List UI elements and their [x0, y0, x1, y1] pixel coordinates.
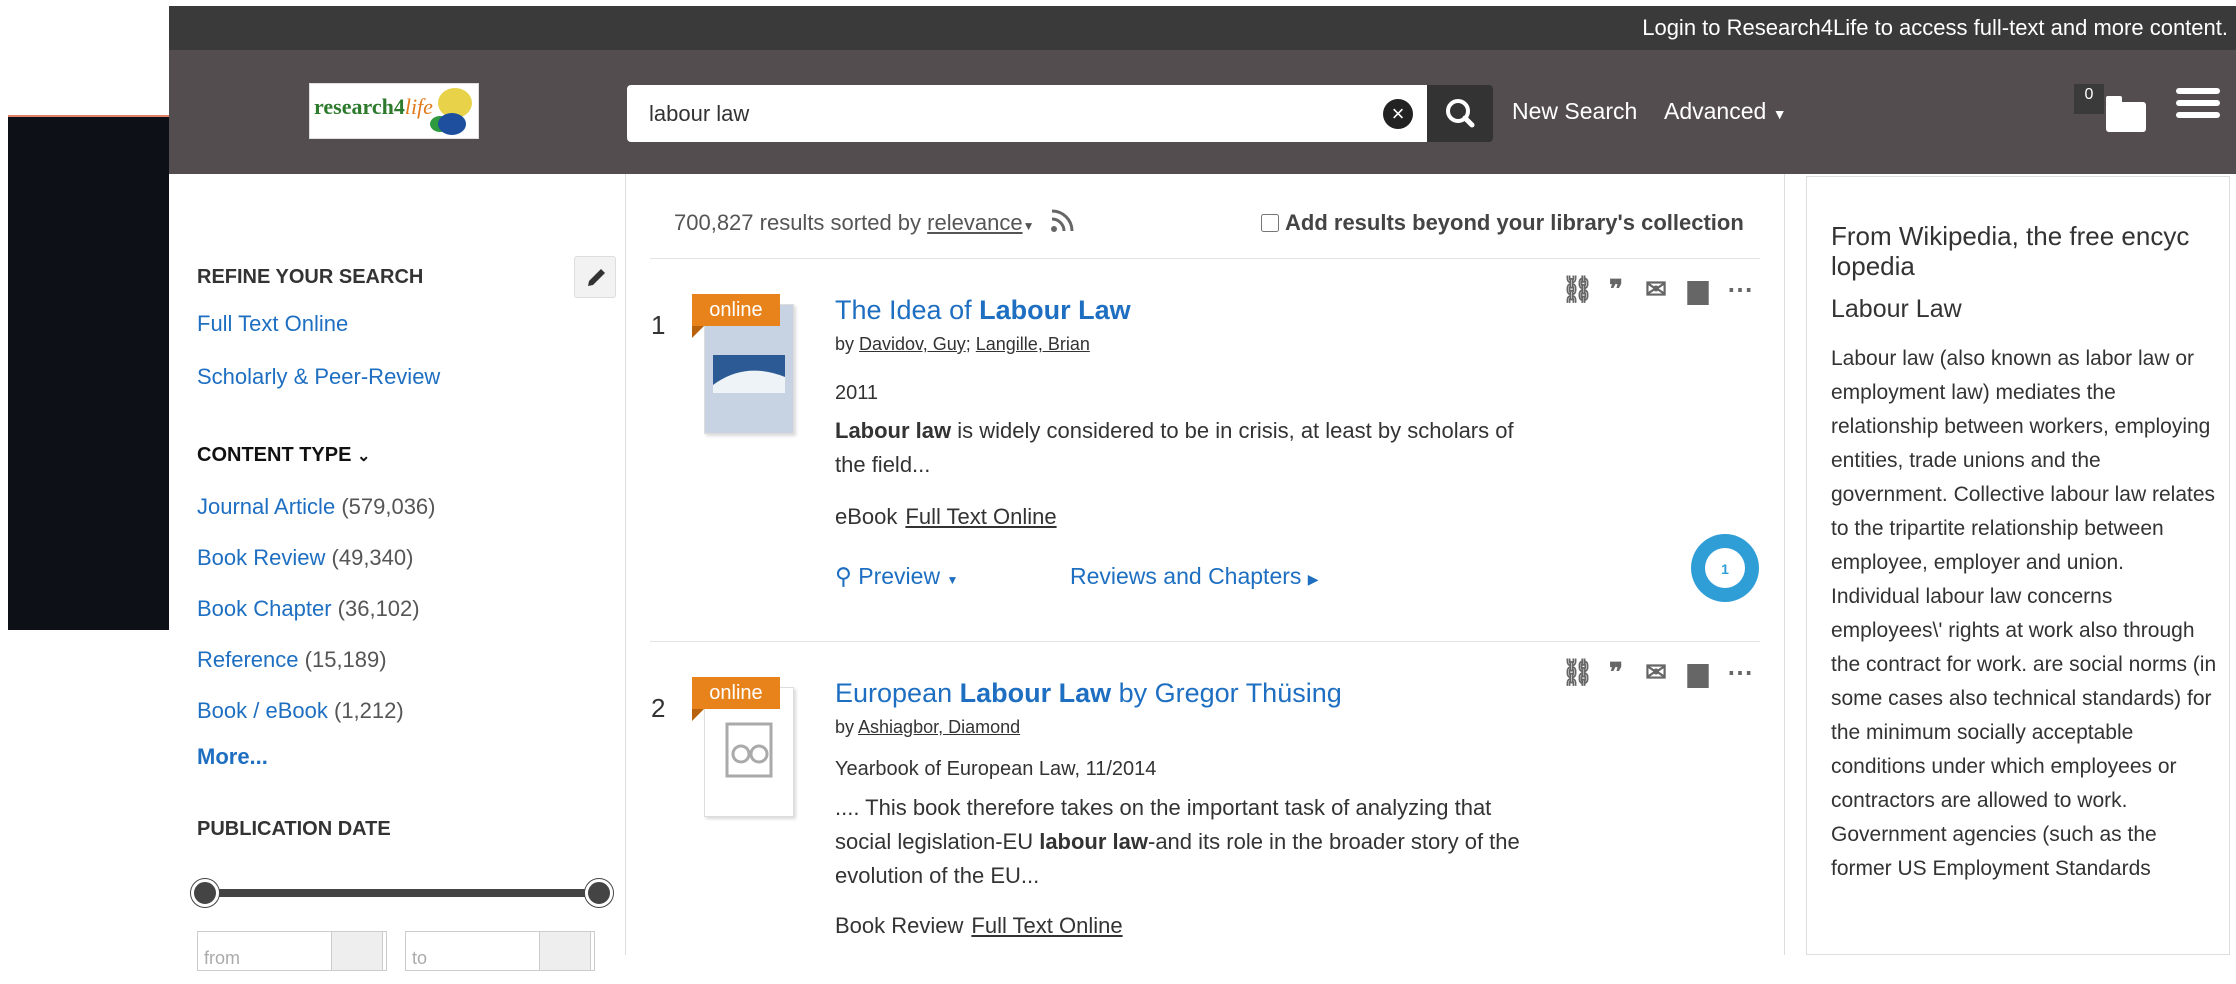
- advanced-search-dropdown[interactable]: Advanced ▼: [1664, 98, 1787, 125]
- author-link[interactable]: Davidov, Guy: [859, 334, 966, 354]
- add-to-folder-icon[interactable]: ▆: [1683, 657, 1713, 687]
- content-type-item[interactable]: Book / eBook (1,212): [197, 698, 404, 724]
- online-badge: online: [692, 294, 780, 338]
- result-title-link[interactable]: European Labour Law by Gregor Thüsing: [835, 678, 1342, 709]
- reviews-chapters-link[interactable]: Reviews and Chapters ▶: [1070, 563, 1319, 590]
- caret-down-icon: ▼: [1772, 106, 1787, 122]
- link-icon[interactable]: ⛓: [1561, 657, 1594, 687]
- research4life-logo[interactable]: research4life: [309, 83, 479, 139]
- beyond-collection-checkbox[interactable]: Add results beyond your library's collec…: [1261, 210, 1744, 236]
- result-authors: by Davidov, Guy; Langille, Brian: [835, 334, 1090, 354]
- result-format: eBook Full Text Online: [835, 504, 1057, 529]
- content-type-item[interactable]: Reference (15,189): [197, 647, 387, 673]
- result-snippet: Labour law is widely considered to be in…: [835, 418, 1514, 477]
- new-search-link[interactable]: New Search: [1512, 98, 1637, 125]
- results-panel: 700,827 results sorted by relevance▼ Add…: [625, 174, 1785, 955]
- link-icon[interactable]: ⛓: [1561, 274, 1594, 304]
- wiki-heading: From Wikipedia, the free encyc lopedia: [1831, 221, 2190, 281]
- search-input[interactable]: [627, 85, 1377, 142]
- content-type-toggle[interactable]: CONTENT TYPE ⌄: [197, 444, 370, 467]
- cite-icon[interactable]: ❞: [1601, 657, 1631, 687]
- date-slider-track[interactable]: [205, 889, 601, 897]
- filter-full-text-online[interactable]: Full Text Online: [197, 311, 348, 337]
- date-slider-max-handle[interactable]: [585, 879, 613, 907]
- author-link[interactable]: Langille, Brian: [976, 334, 1090, 354]
- results-count: 700,827 results sorted by relevance▼: [674, 208, 1075, 236]
- saved-count-badge: 0: [2074, 84, 2104, 114]
- email-icon[interactable]: ✉: [1641, 657, 1671, 687]
- beyond-collection-label: Add results beyond your library's collec…: [1285, 210, 1744, 235]
- refine-sidebar: REFINE YOUR SEARCH Full Text Online Scho…: [169, 174, 625, 971]
- cite-icon[interactable]: ❞: [1601, 274, 1631, 304]
- pencil-icon: [588, 269, 605, 286]
- publication-date-title: PUBLICATION DATE: [197, 818, 391, 840]
- logo-globe-icon: [438, 113, 466, 135]
- content-type-title: CONTENT TYPE: [197, 444, 352, 466]
- calendar-to-icon[interactable]: [539, 931, 591, 971]
- search-box: ×: [627, 85, 1427, 142]
- filter-scholarly-peer-review[interactable]: Scholarly & Peer-Review: [197, 364, 440, 390]
- content-type-item[interactable]: Journal Article (579,036): [197, 494, 436, 520]
- rss-icon[interactable]: [1049, 208, 1075, 234]
- chevron-down-icon: ⌄: [357, 448, 371, 465]
- email-icon[interactable]: ✉: [1641, 274, 1671, 304]
- divider: [650, 258, 1760, 259]
- folder-icon: [2106, 96, 2146, 132]
- search-button[interactable]: [1427, 85, 1493, 142]
- advanced-label: Advanced: [1664, 98, 1767, 124]
- result-publication: Yearbook of European Law, 11/2014: [835, 758, 1157, 780]
- full-text-link[interactable]: Full Text Online: [971, 913, 1122, 938]
- refine-title: REFINE YOUR SEARCH: [197, 266, 424, 288]
- more-options-icon[interactable]: ⋯: [1725, 274, 1755, 304]
- result-number: 1: [651, 310, 666, 340]
- content-type-item[interactable]: Book Chapter (36,102): [197, 596, 420, 622]
- date-slider-min-handle[interactable]: [191, 879, 219, 907]
- result-title-link[interactable]: The Idea of Labour Law: [835, 295, 1131, 326]
- header: research4life × New Search Advanced ▼ 0: [169, 50, 2236, 174]
- wiki-body: Labour law (also known as labor law or e…: [1831, 347, 2217, 880]
- preview-icon: ⚲: [835, 563, 852, 589]
- preview-dropdown[interactable]: ⚲ Preview ▼: [835, 563, 958, 590]
- background-image-panel: [8, 115, 170, 630]
- login-banner[interactable]: Login to Research4Life to access full-te…: [169, 6, 2236, 50]
- result-number: 2: [651, 693, 666, 723]
- wiki-subheading: Labour Law: [1831, 295, 1962, 323]
- divider: [650, 641, 1760, 642]
- search-icon: [1446, 99, 1475, 128]
- online-badge: online: [692, 677, 780, 721]
- result-date: 2011: [835, 382, 879, 404]
- calendar-from-icon[interactable]: [331, 931, 383, 971]
- clear-search-icon[interactable]: ×: [1383, 99, 1413, 129]
- add-to-folder-icon[interactable]: ▆: [1683, 274, 1713, 304]
- author-link[interactable]: Ashiagbor, Diamond: [858, 717, 1020, 737]
- full-text-link[interactable]: Full Text Online: [905, 504, 1056, 529]
- more-options-icon[interactable]: ⋯: [1725, 657, 1755, 687]
- wikipedia-panel: From Wikipedia, the free encyc lopedia L…: [1806, 176, 2230, 955]
- result-authors: by Ashiagbor, Diamond: [835, 717, 1021, 737]
- more-content-types-link[interactable]: More...: [197, 744, 268, 770]
- result-format: Book Review Full Text Online: [835, 913, 1123, 938]
- result-snippet: .... This book therefore takes on the im…: [835, 795, 1520, 888]
- content-type-item[interactable]: Book Review (49,340): [197, 545, 413, 571]
- caret-down-icon[interactable]: ▼: [1023, 219, 1035, 233]
- menu-icon[interactable]: [2176, 88, 2220, 124]
- altmetric-score: 1: [1721, 561, 1729, 577]
- edit-filters-button[interactable]: [574, 256, 616, 298]
- sort-dropdown[interactable]: relevance: [927, 210, 1022, 235]
- logo-text: research4life: [314, 94, 433, 119]
